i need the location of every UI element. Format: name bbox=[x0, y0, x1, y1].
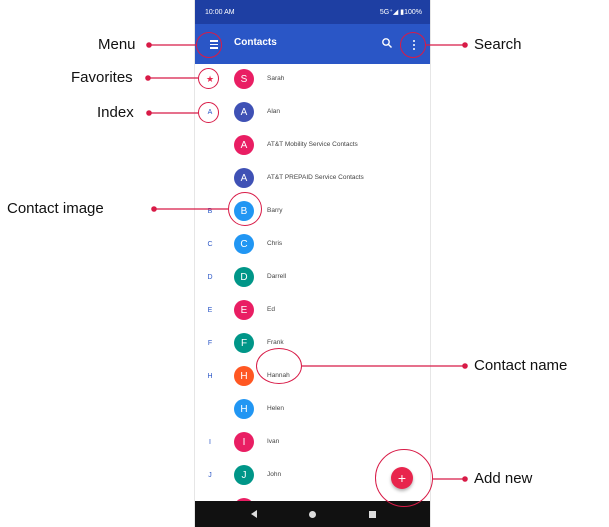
callout-index: Index bbox=[97, 104, 134, 121]
callout-search: Search bbox=[474, 36, 522, 53]
callout-menu: Menu bbox=[98, 36, 136, 53]
callout-contact-name: Contact name bbox=[474, 357, 568, 374]
callout-favorites: Favorites bbox=[71, 69, 133, 86]
callout-add-new: Add new bbox=[474, 470, 533, 487]
callout-contact-image: Contact image bbox=[7, 200, 104, 217]
